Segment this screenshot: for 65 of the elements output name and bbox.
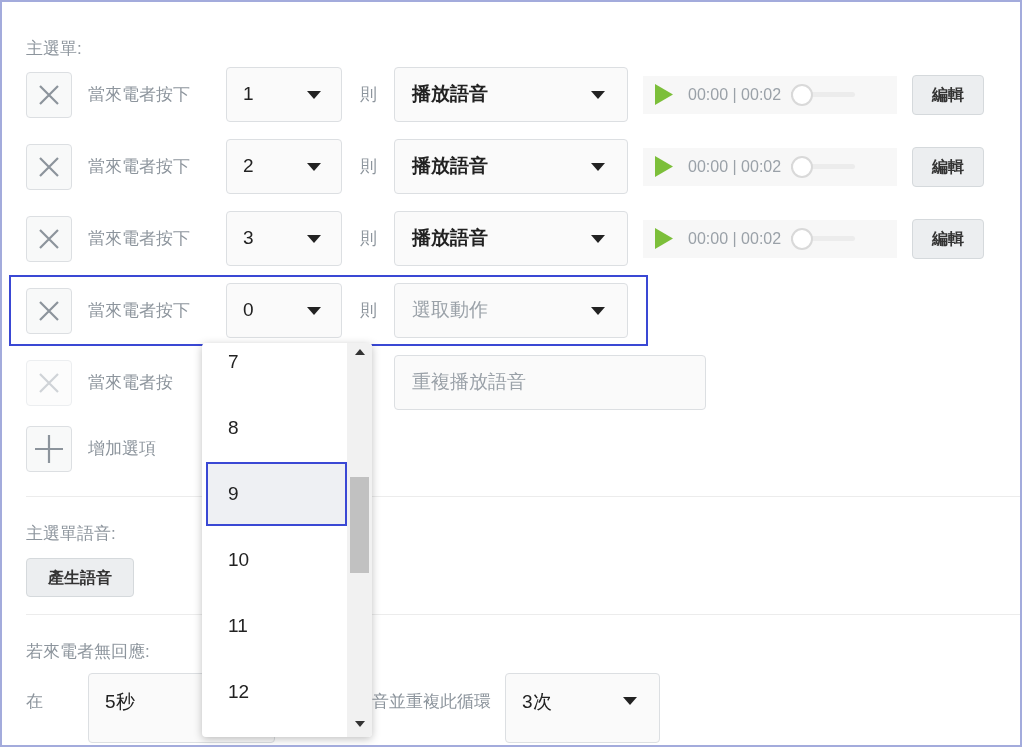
scrollbar-thumb[interactable] (350, 477, 369, 573)
dropdown-option[interactable]: 11 (206, 594, 347, 658)
dropdown-option[interactable]: 9 (206, 462, 347, 526)
close-icon (38, 83, 60, 106)
press-label: 當來電者按 (88, 372, 173, 392)
repeat-label: 音並重複此循環 (372, 691, 491, 713)
seek-slider[interactable] (791, 155, 856, 178)
playback-time: 00:00 | 00:02 (688, 228, 782, 249)
key-select[interactable]: 3 (226, 211, 342, 266)
seek-slider[interactable] (791, 83, 856, 106)
delete-button[interactable] (26, 287, 72, 334)
caret-icon (591, 90, 605, 99)
scroll-down-icon[interactable] (354, 721, 365, 727)
action-select[interactable]: 播放語音 (394, 211, 628, 266)
key-select[interactable]: 0 (226, 283, 342, 338)
repeat-select[interactable]: 3次 (505, 673, 660, 743)
then-label: 則 (360, 228, 377, 248)
caret-icon (307, 90, 321, 99)
edit-button[interactable]: 編輯 (912, 74, 984, 115)
seek-slider[interactable] (791, 227, 856, 250)
prefix-label: 在 (26, 691, 44, 713)
caret-icon (307, 234, 321, 243)
playback-time: 00:00 | 00:02 (688, 156, 782, 177)
caret-icon (307, 306, 321, 315)
play-icon[interactable] (655, 156, 673, 177)
press-label: 當來電者按下 (88, 300, 190, 320)
press-label: 當來電者按下 (88, 84, 190, 104)
action-select[interactable]: 播放語音 (394, 67, 628, 122)
section-title: 主選單: (26, 39, 82, 58)
caret-icon (623, 697, 637, 705)
caret-icon (591, 234, 605, 243)
scrollbar[interactable] (347, 343, 372, 737)
close-icon (38, 155, 60, 178)
press-label: 當來電者按下 (88, 228, 190, 248)
then-label: 則 (360, 156, 377, 176)
dropdown-option[interactable]: 7 (206, 343, 347, 394)
then-label: 則 (360, 300, 377, 320)
edit-button[interactable]: 編輯 (912, 218, 984, 259)
close-icon (38, 371, 60, 394)
delete-button[interactable] (26, 143, 72, 190)
add-option-label: 增加選項 (88, 438, 156, 461)
close-icon (38, 299, 60, 322)
section-title: 主選單語音: (26, 524, 116, 543)
dropdown-option[interactable]: 10 (206, 528, 347, 592)
caret-icon (591, 162, 605, 171)
scroll-up-icon[interactable] (354, 349, 365, 355)
key-select[interactable]: 2 (226, 139, 342, 194)
playback-time: 00:00 | 00:02 (688, 84, 782, 105)
generate-voice-button[interactable]: 產生語音 (26, 558, 134, 597)
caret-icon (591, 306, 605, 315)
delete-button[interactable] (26, 215, 72, 262)
then-label: 則 (360, 84, 377, 104)
section-title: 若來電者無回應: (26, 642, 150, 661)
play-icon[interactable] (655, 228, 673, 249)
plus-icon (35, 435, 63, 463)
caret-icon (307, 162, 321, 171)
edit-button[interactable]: 編輯 (912, 146, 984, 187)
add-button[interactable] (26, 426, 72, 472)
close-icon (38, 227, 60, 250)
action-select[interactable]: 播放語音 (394, 139, 628, 194)
delete-button[interactable] (26, 71, 72, 118)
key-select[interactable]: 1 (226, 67, 342, 122)
press-label: 當來電者按下 (88, 156, 190, 176)
dropdown-option[interactable]: 8 (206, 396, 347, 460)
play-icon[interactable] (655, 84, 673, 105)
